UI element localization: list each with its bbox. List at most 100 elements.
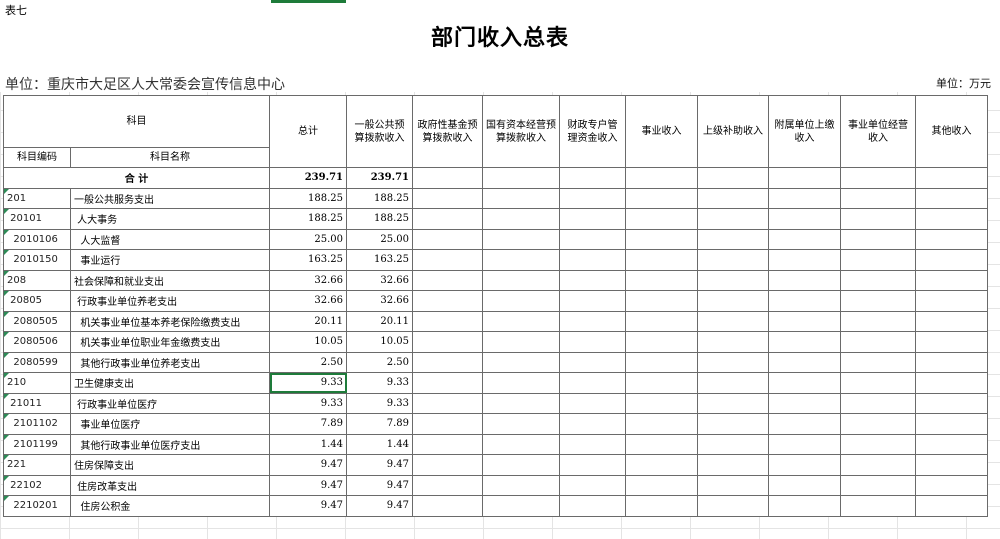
row-name[interactable]: 人大监督 xyxy=(70,228,270,250)
header-total[interactable]: 总计 xyxy=(269,95,347,168)
row-code[interactable]: 2210201 xyxy=(3,495,71,517)
empty-cell[interactable] xyxy=(840,310,916,332)
empty-cell[interactable] xyxy=(768,372,841,394)
row-code[interactable]: 22102 xyxy=(3,474,71,496)
empty-cell[interactable] xyxy=(412,187,483,209)
row-name[interactable]: 事业单位医疗 xyxy=(70,413,270,435)
row-code[interactable]: 2010106 xyxy=(3,228,71,250)
header-name[interactable]: 科目名称 xyxy=(70,147,270,168)
empty-cell[interactable] xyxy=(482,249,560,271)
empty-cell[interactable] xyxy=(915,187,988,209)
empty-cell[interactable] xyxy=(559,413,626,435)
empty-cell[interactable] xyxy=(625,392,698,414)
row-code[interactable]: 221 xyxy=(3,454,71,476)
empty-cell[interactable] xyxy=(840,351,916,373)
row-total[interactable]: 25.00 xyxy=(269,228,347,250)
empty-cell[interactable] xyxy=(915,392,988,414)
row-code[interactable]: 2080506 xyxy=(3,331,71,353)
row-name[interactable]: 其他行政事业单位医疗支出 xyxy=(70,433,270,455)
empty-cell[interactable] xyxy=(768,208,841,230)
empty-cell[interactable] xyxy=(625,187,698,209)
empty-cell[interactable] xyxy=(768,474,841,496)
empty-cell[interactable] xyxy=(482,495,560,517)
empty-cell[interactable] xyxy=(697,290,769,312)
empty-cell[interactable] xyxy=(625,433,698,455)
row-general[interactable]: 2.50 xyxy=(346,351,413,373)
empty-cell[interactable] xyxy=(412,208,483,230)
empty-cell[interactable] xyxy=(412,331,483,353)
empty-cell[interactable] xyxy=(697,331,769,353)
empty-cell[interactable] xyxy=(915,433,988,455)
empty-cell[interactable] xyxy=(915,228,988,250)
empty-cell[interactable] xyxy=(840,495,916,517)
empty-cell[interactable] xyxy=(559,331,626,353)
empty-cell[interactable] xyxy=(840,454,916,476)
empty-cell[interactable] xyxy=(697,372,769,394)
empty-cell[interactable] xyxy=(482,474,560,496)
row-name[interactable]: 住房保障支出 xyxy=(70,454,270,476)
row-name[interactable]: 行政事业单位养老支出 xyxy=(70,290,270,312)
row-total[interactable]: 32.66 xyxy=(269,269,347,291)
empty-cell[interactable] xyxy=(697,392,769,414)
row-general[interactable]: 9.33 xyxy=(346,372,413,394)
empty-cell[interactable] xyxy=(482,351,560,373)
empty-cell[interactable] xyxy=(697,208,769,230)
row-name[interactable]: 事业运行 xyxy=(70,249,270,271)
row-code[interactable]: 2101102 xyxy=(3,413,71,435)
empty-cell[interactable] xyxy=(915,495,988,517)
empty-cell[interactable] xyxy=(915,331,988,353)
empty-cell[interactable] xyxy=(840,474,916,496)
header-other-income[interactable]: 其他收入 xyxy=(915,95,988,168)
row-code[interactable]: 21011 xyxy=(3,392,71,414)
row-total[interactable]: 188.25 xyxy=(269,208,347,230)
empty-cell[interactable] xyxy=(625,310,698,332)
row-total[interactable]: 2.50 xyxy=(269,351,347,373)
row-name[interactable]: 行政事业单位医疗 xyxy=(70,392,270,414)
empty-cell[interactable] xyxy=(625,495,698,517)
row-code[interactable]: 2101199 xyxy=(3,433,71,455)
header-subject[interactable]: 科目 xyxy=(3,95,270,148)
empty-cell[interactable] xyxy=(768,413,841,435)
empty-cell[interactable] xyxy=(559,187,626,209)
row-total[interactable]: 1.44 xyxy=(269,433,347,455)
row-code[interactable]: 208 xyxy=(3,269,71,291)
empty-cell[interactable] xyxy=(625,454,698,476)
row-code[interactable]: 20805 xyxy=(3,290,71,312)
empty-cell[interactable] xyxy=(482,290,560,312)
empty-cell[interactable] xyxy=(412,474,483,496)
empty-cell[interactable] xyxy=(697,351,769,373)
empty-cell[interactable] xyxy=(915,249,988,271)
empty-cell[interactable] xyxy=(697,167,769,189)
header-operating-income[interactable]: 事业单位经营收入 xyxy=(840,95,916,168)
row-code[interactable]: 20101 xyxy=(3,208,71,230)
empty-cell[interactable] xyxy=(482,454,560,476)
row-total[interactable]: 32.66 xyxy=(269,290,347,312)
row-general[interactable]: 10.05 xyxy=(346,331,413,353)
header-code[interactable]: 科目编码 xyxy=(3,147,71,168)
empty-cell[interactable] xyxy=(768,310,841,332)
row-general[interactable]: 32.66 xyxy=(346,269,413,291)
empty-cell[interactable] xyxy=(768,495,841,517)
total-label[interactable]: 合 计 xyxy=(3,167,270,189)
empty-cell[interactable] xyxy=(625,167,698,189)
empty-cell[interactable] xyxy=(559,167,626,189)
row-general[interactable]: 9.47 xyxy=(346,495,413,517)
row-general[interactable]: 25.00 xyxy=(346,228,413,250)
empty-cell[interactable] xyxy=(412,228,483,250)
empty-cell[interactable] xyxy=(625,331,698,353)
empty-cell[interactable] xyxy=(697,187,769,209)
empty-cell[interactable] xyxy=(559,208,626,230)
empty-cell[interactable] xyxy=(915,208,988,230)
empty-cell[interactable] xyxy=(697,310,769,332)
row-general[interactable]: 9.47 xyxy=(346,454,413,476)
row-code[interactable]: 2010150 xyxy=(3,249,71,271)
row-general[interactable]: 9.33 xyxy=(346,392,413,414)
empty-cell[interactable] xyxy=(768,269,841,291)
header-fiscal-account[interactable]: 财政专户管理资金收入 xyxy=(559,95,626,168)
empty-cell[interactable] xyxy=(768,167,841,189)
empty-cell[interactable] xyxy=(840,167,916,189)
empty-cell[interactable] xyxy=(768,454,841,476)
empty-cell[interactable] xyxy=(768,290,841,312)
empty-cell[interactable] xyxy=(482,167,560,189)
empty-cell[interactable] xyxy=(915,454,988,476)
